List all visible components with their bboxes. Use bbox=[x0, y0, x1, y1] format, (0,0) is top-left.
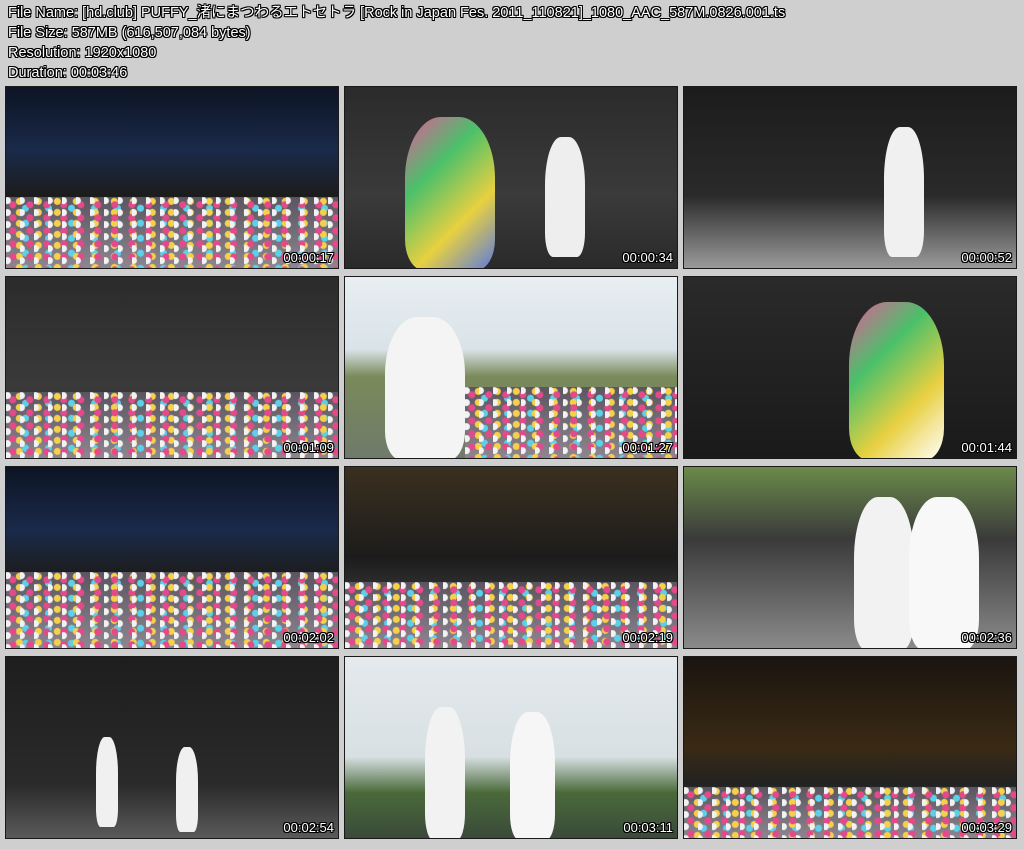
video-frame-image bbox=[684, 467, 1016, 648]
thumbnail-frame: 00:02:19 bbox=[344, 466, 678, 649]
video-frame-image bbox=[6, 467, 338, 648]
thumbnail-frame: 00:02:02 bbox=[5, 466, 339, 649]
thumbnail-frame: 00:01:27 bbox=[344, 276, 678, 459]
timestamp-label: 00:00:34 bbox=[622, 250, 673, 265]
video-frame-image bbox=[345, 277, 677, 458]
video-frame-image bbox=[684, 277, 1016, 458]
thumbnail-frame: 00:02:54 bbox=[5, 656, 339, 839]
thumbnail-frame: 00:00:34 bbox=[344, 86, 678, 269]
video-frame-image bbox=[345, 467, 677, 648]
performer-image bbox=[385, 317, 465, 458]
video-frame-image bbox=[6, 87, 338, 268]
performer-image bbox=[884, 127, 924, 257]
performer-image bbox=[510, 712, 555, 838]
timestamp-label: 00:03:29 bbox=[961, 820, 1012, 835]
thumbnail-frame: 00:02:36 bbox=[683, 466, 1017, 649]
video-frame-image bbox=[684, 87, 1016, 268]
timestamp-label: 00:02:54 bbox=[283, 820, 334, 835]
thumbnail-frame: 00:03:11 bbox=[344, 656, 678, 839]
timestamp-label: 00:02:36 bbox=[961, 630, 1012, 645]
performer-image bbox=[176, 747, 198, 832]
timestamp-label: 00:01:44 bbox=[961, 440, 1012, 455]
timestamp-label: 00:01:09 bbox=[283, 440, 334, 455]
timestamp-label: 00:03:11 bbox=[623, 820, 673, 835]
thumbnail-frame: 00:01:44 bbox=[683, 276, 1017, 459]
timestamp-label: 00:00:17 bbox=[283, 250, 334, 265]
thumbnail-frame: 00:01:09 bbox=[5, 276, 339, 459]
performer-image bbox=[405, 117, 495, 268]
thumbnail-frame: 00:03:29 bbox=[683, 656, 1017, 839]
video-frame-image bbox=[345, 657, 677, 838]
video-frame-image bbox=[684, 657, 1016, 838]
timestamp-label: 00:00:52 bbox=[961, 250, 1012, 265]
video-frame-image bbox=[345, 87, 677, 268]
thumbnail-frame: 00:00:52 bbox=[683, 86, 1017, 269]
thumbnail-frame: 00:00:17 bbox=[5, 86, 339, 269]
performer-image bbox=[849, 302, 944, 458]
video-frame-image bbox=[6, 277, 338, 458]
performer-image bbox=[909, 497, 979, 648]
performer-image bbox=[545, 137, 585, 257]
performer-image bbox=[96, 737, 118, 827]
timestamp-label: 00:02:19 bbox=[622, 630, 673, 645]
timestamp-label: 00:01:27 bbox=[622, 440, 673, 455]
video-frame-image bbox=[6, 657, 338, 838]
performer-image bbox=[425, 707, 465, 838]
thumbnail-grid: 00:00:17 00:00:34 00:00:52 00:01:09 00:0… bbox=[0, 0, 1024, 849]
timestamp-label: 00:02:02 bbox=[283, 630, 334, 645]
performer-image bbox=[854, 497, 914, 648]
